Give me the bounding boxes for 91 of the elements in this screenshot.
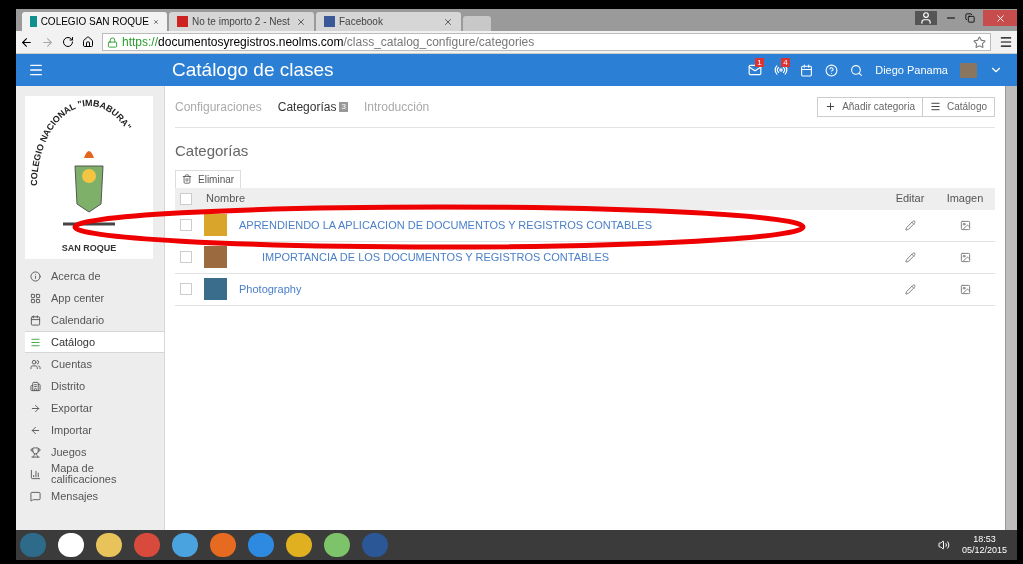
restore-icon[interactable] xyxy=(965,13,975,23)
bar-chart-icon xyxy=(30,468,41,480)
logo-caption: SAN ROQUE xyxy=(61,242,117,255)
help-icon[interactable] xyxy=(825,63,839,77)
sidebar-item[interactable]: Mapa de calificaciones xyxy=(25,463,164,485)
page-title: Catálogo de clases xyxy=(172,57,335,82)
calendar-icon xyxy=(30,314,41,326)
catalog-button[interactable]: Catálogo xyxy=(921,97,994,116)
trash-icon xyxy=(182,174,192,184)
image-icon[interactable] xyxy=(959,219,971,231)
taskbar-app-icon[interactable] xyxy=(58,533,84,557)
sidebar-item[interactable]: Exportar xyxy=(25,397,164,419)
sidebar-item[interactable]: Acerca de xyxy=(25,265,164,287)
tab-title: No te importo 2 - Nest xyxy=(192,15,291,29)
building-icon xyxy=(30,380,41,392)
profile-icon[interactable] xyxy=(915,11,937,25)
category-link[interactable]: Photography xyxy=(227,280,885,298)
sidebar-item[interactable]: App center xyxy=(25,287,164,309)
sidebar-item[interactable]: Cuentas xyxy=(25,353,164,375)
tab-title: Facebook xyxy=(339,15,384,29)
column-header: Editar xyxy=(894,191,926,207)
site-favicon-icon xyxy=(177,16,188,27)
category-thumbnail xyxy=(204,246,227,268)
list-icon xyxy=(929,101,941,112)
row-checkbox[interactable] xyxy=(180,219,192,231)
clock-date: 05/12/2015 xyxy=(961,545,1007,556)
edit-pencil-icon[interactable] xyxy=(904,283,916,295)
category-link[interactable]: APRENDIENDO LA APLICACION DE DOCUMENTOS Y REGISTROS CONTABLES xyxy=(227,216,885,234)
add-category-button[interactable]: Añadir categoria xyxy=(818,97,922,116)
volume-icon[interactable] xyxy=(937,539,950,551)
sidebar-item[interactable]: Mensajes xyxy=(25,485,164,507)
tab-title: COLEGIO SAN ROQUE xyxy=(40,15,149,29)
category-thumbnail xyxy=(204,278,227,300)
users-icon xyxy=(30,358,41,370)
notification-badge: 4 xyxy=(781,58,790,67)
column-header: Imagen xyxy=(945,191,985,207)
trophy-icon xyxy=(30,446,41,458)
info-icon xyxy=(30,270,41,282)
plus-icon xyxy=(825,101,837,112)
taskbar-app-icon[interactable] xyxy=(286,533,312,557)
reload-icon[interactable] xyxy=(62,36,74,48)
taskbar-app-icon[interactable] xyxy=(324,533,350,557)
menu-icon[interactable] xyxy=(999,35,1013,49)
sidebar-item[interactable]: Calendario xyxy=(25,309,164,331)
close-icon xyxy=(994,12,1006,24)
bookmark-star-icon[interactable] xyxy=(973,35,986,49)
address-field[interactable]: https://documentosyregistros.neolms.com/class_catalog_configure/categories xyxy=(102,33,991,51)
lock-icon xyxy=(107,36,118,48)
select-all-checkbox[interactable] xyxy=(180,192,192,205)
arrow-right-icon xyxy=(30,402,41,414)
signal-icon[interactable] xyxy=(774,63,789,77)
category-link[interactable]: IMPORTANCIA DE LOS DOCUMENTOS Y REGISTROS CONTABLES xyxy=(227,248,885,266)
list-icon xyxy=(30,336,41,348)
browser-tab[interactable]: No te importo 2 - Nest xyxy=(169,12,314,31)
notification-badge: 1 xyxy=(755,58,764,67)
clock-time: 18:53 xyxy=(973,534,996,545)
row-checkbox[interactable] xyxy=(180,251,192,263)
grid-icon xyxy=(30,292,41,304)
edit-pencil-icon[interactable] xyxy=(904,219,916,231)
calendar-icon[interactable] xyxy=(800,63,814,77)
row-checkbox[interactable] xyxy=(180,283,192,295)
mail-icon[interactable] xyxy=(748,63,763,77)
site-favicon-icon xyxy=(30,16,37,27)
count-badge: 3 xyxy=(339,101,348,112)
section-heading: Categorías xyxy=(175,141,250,161)
delete-button[interactable]: Eliminar xyxy=(175,169,242,188)
category-thumbnail xyxy=(204,214,227,236)
browser-tab[interactable]: COLEGIO SAN ROQUE xyxy=(22,12,167,31)
sidebar-item[interactable]: Importar xyxy=(25,419,164,441)
image-icon[interactable] xyxy=(959,283,971,295)
chat-icon xyxy=(30,490,41,502)
back-icon[interactable] xyxy=(20,35,33,49)
taskbar-app-icon[interactable] xyxy=(96,533,122,557)
close-icon[interactable] xyxy=(296,16,306,27)
image-icon[interactable] xyxy=(959,251,971,263)
close-icon[interactable] xyxy=(443,16,453,27)
section-tab[interactable]: Categorías 3 xyxy=(277,97,348,116)
sidebar-item[interactable]: Juegos xyxy=(25,441,164,463)
close-window-button[interactable] xyxy=(983,10,1017,26)
arrow-left-icon xyxy=(30,424,41,436)
home-icon[interactable] xyxy=(82,36,94,48)
user-name[interactable]: Diego Panama xyxy=(875,61,948,79)
search-icon[interactable] xyxy=(850,63,864,77)
site-favicon-icon xyxy=(324,16,335,27)
edit-pencil-icon[interactable] xyxy=(904,251,916,263)
forward-icon[interactable] xyxy=(41,35,54,49)
column-header: Nombre xyxy=(206,191,247,207)
scrollbar[interactable] xyxy=(1005,86,1017,530)
sidebar-item[interactable]: Distrito xyxy=(25,375,164,397)
sidebar-item[interactable]: Catálogo xyxy=(25,331,164,353)
browser-tab[interactable]: Facebook xyxy=(316,12,461,31)
